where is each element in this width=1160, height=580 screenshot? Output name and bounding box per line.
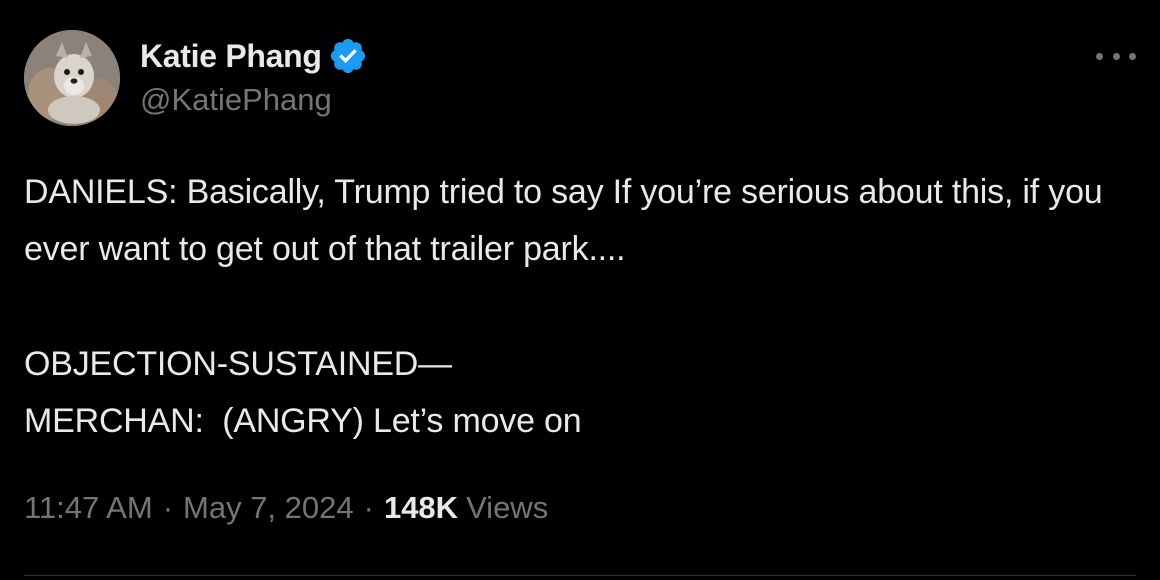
tweet-text-line: OBJECTION-SUSTAINED— [24,345,452,383]
verified-badge-icon[interactable] [328,36,368,76]
tweet-text-line: DANIELS: Basically, Trump tried to say I… [24,173,1112,268]
separator: · [162,490,174,525]
tweet-date[interactable]: May 7, 2024 [183,490,354,526]
tweet-text: DANIELS: Basically, Trump tried to say I… [24,164,1144,450]
more-options-icon[interactable] [1096,44,1136,68]
avatar[interactable] [24,30,120,126]
tweet-meta: 11:47 AM · May 7, 2024 · 148K Views [24,490,548,526]
tweet[interactable]: Katie Phang @KatiePhang DANIELS: Basical… [0,0,1160,580]
display-name[interactable]: Katie Phang [140,38,322,75]
user-handle[interactable]: @KatiePhang [140,82,368,118]
dog-avatar-image [24,30,120,126]
divider [24,575,1136,576]
more-dot [1129,52,1136,60]
views-count[interactable]: 148K [384,490,458,526]
separator: · [363,490,374,525]
more-dot [1096,52,1103,60]
name-row: Katie Phang [140,36,368,76]
author-block: Katie Phang @KatiePhang [140,36,368,118]
views-label: Views [466,490,549,525]
tweet-text-line: MERCHAN: (ANGRY) Let’s move on [24,402,582,440]
tweet-time[interactable]: 11:47 AM [24,490,153,526]
more-dot [1112,52,1120,60]
